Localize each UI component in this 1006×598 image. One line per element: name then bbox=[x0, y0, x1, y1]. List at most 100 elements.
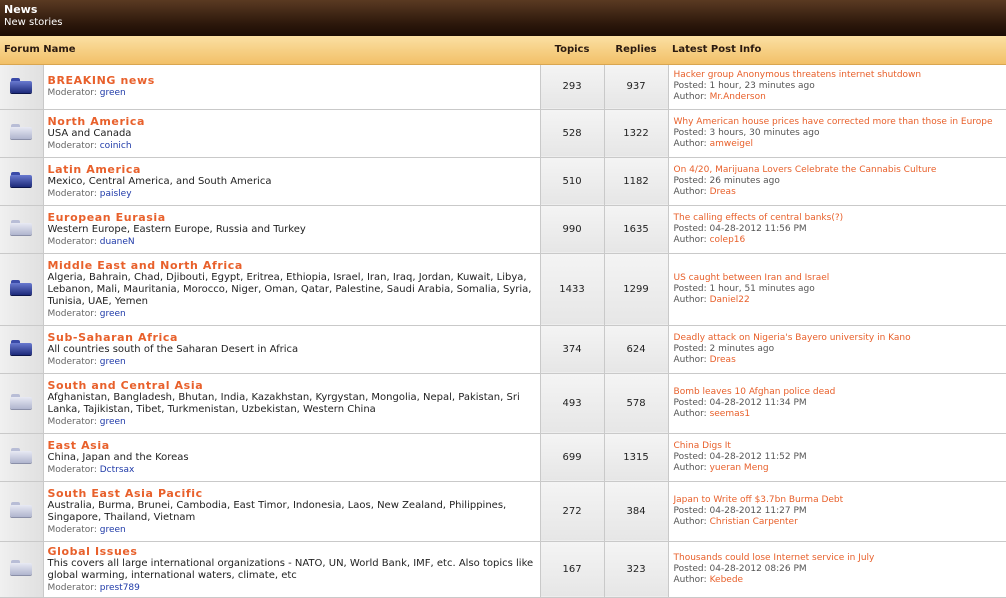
forum-name-link[interactable]: East Asia bbox=[48, 439, 536, 452]
category-title[interactable]: News bbox=[4, 3, 1006, 17]
forum-name-link[interactable]: European Eurasia bbox=[48, 211, 536, 224]
forum-name-link[interactable]: North America bbox=[48, 115, 536, 128]
forum-row: Middle East and North Africa Algeria, Ba… bbox=[0, 253, 1006, 326]
forum-replies-count: 1322 bbox=[604, 109, 669, 158]
forum-status-cell bbox=[0, 157, 44, 206]
forum-topics-count: 528 bbox=[540, 109, 605, 158]
forum-moderator: Moderator: prest789 bbox=[48, 582, 536, 594]
folder-icon bbox=[10, 172, 33, 187]
forum-status-cell bbox=[0, 481, 44, 542]
forum-status-cell bbox=[0, 64, 44, 110]
folder-icon bbox=[10, 394, 33, 409]
posted-value: 3 hours, 30 minutes ago bbox=[709, 127, 820, 138]
moderator-link[interactable]: green bbox=[100, 88, 126, 98]
forum-name-link[interactable]: Sub-Saharan Africa bbox=[48, 331, 536, 344]
latest-post-cell: Why American house prices have corrected… bbox=[668, 109, 1006, 158]
moderator-link[interactable]: prest789 bbox=[100, 583, 140, 593]
posted-label: Posted: bbox=[673, 397, 707, 408]
forum-row: South and Central Asia Afghanistan, Bang… bbox=[0, 373, 1006, 434]
latest-post-date: Posted: 04-28-2012 11:34 PM bbox=[674, 398, 1002, 409]
moderator-link[interactable]: green bbox=[100, 309, 126, 319]
forum-moderator: Moderator: green bbox=[48, 416, 536, 428]
forum-topics-count: 272 bbox=[540, 481, 605, 542]
posted-label: Posted: bbox=[673, 563, 707, 574]
author-link[interactable]: Christian Carpenter bbox=[710, 517, 798, 527]
posted-label: Posted: bbox=[673, 127, 707, 138]
moderator-link[interactable]: coinich bbox=[100, 141, 132, 151]
latest-post-title-link[interactable]: Japan to Write off $3.7bn Burma Debt bbox=[674, 495, 1002, 506]
forum-replies-count: 1315 bbox=[604, 433, 669, 482]
forum-description: Algeria, Bahrain, Chad, Djibouti, Egypt,… bbox=[47, 271, 532, 307]
forum-topics-count: 1433 bbox=[540, 253, 605, 326]
latest-post-author: Author: yueran Meng bbox=[674, 463, 1002, 474]
forum-replies-count: 1635 bbox=[604, 205, 669, 254]
forum-description: Australia, Burma, Brunei, Cambodia, East… bbox=[47, 499, 507, 523]
latest-post-title-link[interactable]: Thousands could lose Internet service in… bbox=[674, 553, 1002, 564]
author-link[interactable]: Kebede bbox=[710, 575, 744, 585]
forum-info-cell: South East Asia Pacific Australia, Burma… bbox=[43, 481, 541, 542]
latest-post-title-link[interactable]: On 4/20, Marijuana Lovers Celebrate the … bbox=[674, 165, 1002, 176]
moderator-label: Moderator: bbox=[47, 464, 97, 475]
posted-label: Posted: bbox=[673, 343, 707, 354]
posted-value: 1 hour, 51 minutes ago bbox=[709, 283, 815, 294]
author-link[interactable]: amweigel bbox=[710, 139, 753, 149]
moderator-link[interactable]: green bbox=[100, 525, 126, 535]
author-link[interactable]: Daniel22 bbox=[710, 295, 750, 305]
forum-name-link[interactable]: Global Issues bbox=[48, 545, 536, 558]
moderator-label: Moderator: bbox=[47, 236, 97, 247]
forum-name-link[interactable]: Middle East and North Africa bbox=[48, 259, 536, 272]
author-link[interactable]: colep16 bbox=[710, 235, 746, 245]
folder-icon bbox=[10, 124, 33, 139]
latest-post-title-link[interactable]: The calling effects of central banks(?) bbox=[674, 213, 1002, 224]
forum-description: Afghanistan, Bangladesh, Bhutan, India, … bbox=[47, 391, 520, 415]
forum-replies-count: 323 bbox=[604, 541, 669, 598]
column-latest-post: Latest Post Info bbox=[668, 36, 1006, 65]
moderator-label: Moderator: bbox=[47, 140, 97, 151]
forum-info-cell: East Asia China, Japan and the Koreas Mo… bbox=[43, 433, 541, 482]
author-label: Author: bbox=[673, 234, 707, 245]
author-link[interactable]: Dreas bbox=[710, 187, 736, 197]
forum-moderator: Moderator: green bbox=[48, 524, 536, 536]
posted-value: 04-28-2012 08:26 PM bbox=[709, 563, 807, 574]
latest-post-cell: Japan to Write off $3.7bn Burma Debt Pos… bbox=[668, 481, 1006, 542]
latest-post-cell: Deadly attack on Nigeria's Bayero univer… bbox=[668, 325, 1006, 374]
author-link[interactable]: Dreas bbox=[710, 355, 736, 365]
moderator-link[interactable]: duaneN bbox=[100, 237, 135, 247]
latest-post-title-link[interactable]: US caught between Iran and Israel bbox=[674, 273, 1002, 284]
author-link[interactable]: Mr.Anderson bbox=[710, 92, 766, 102]
folder-icon bbox=[10, 448, 33, 463]
forum-name-link[interactable]: South and Central Asia bbox=[48, 379, 536, 392]
latest-post-date: Posted: 1 hour, 51 minutes ago bbox=[674, 284, 1002, 295]
moderator-link[interactable]: green bbox=[100, 357, 126, 367]
author-label: Author: bbox=[673, 186, 707, 197]
latest-post-title-link[interactable]: Why American house prices have corrected… bbox=[674, 117, 1002, 128]
author-link[interactable]: yueran Meng bbox=[710, 463, 769, 473]
forum-row: Latin America Mexico, Central America, a… bbox=[0, 157, 1006, 206]
latest-post-title-link[interactable]: Hacker group Anonymous threatens interne… bbox=[674, 70, 1002, 81]
forum-replies-count: 1299 bbox=[604, 253, 669, 326]
forum-moderator: Moderator: Dctrsax bbox=[48, 464, 536, 476]
latest-post-cell: The calling effects of central banks(?) … bbox=[668, 205, 1006, 254]
forum-name-link[interactable]: South East Asia Pacific bbox=[48, 487, 536, 500]
moderator-link[interactable]: green bbox=[100, 417, 126, 427]
moderator-link[interactable]: paisley bbox=[100, 189, 132, 199]
forum-replies-count: 624 bbox=[604, 325, 669, 374]
folder-icon bbox=[10, 77, 33, 93]
forum-row: South East Asia Pacific Australia, Burma… bbox=[0, 481, 1006, 542]
latest-post-title-link[interactable]: Deadly attack on Nigeria's Bayero univer… bbox=[674, 333, 1002, 344]
latest-post-cell: Hacker group Anonymous threatens interne… bbox=[668, 64, 1006, 110]
column-replies: Replies bbox=[604, 36, 669, 65]
latest-post-author: Author: Mr.Anderson bbox=[674, 92, 1002, 103]
moderator-label: Moderator: bbox=[47, 356, 97, 367]
latest-post-author: Author: amweigel bbox=[674, 139, 1002, 150]
author-link[interactable]: seemas1 bbox=[710, 409, 750, 419]
latest-post-cell: Bomb leaves 10 Afghan police dead Posted… bbox=[668, 373, 1006, 434]
latest-post-title-link[interactable]: Bomb leaves 10 Afghan police dead bbox=[674, 387, 1002, 398]
author-label: Author: bbox=[673, 354, 707, 365]
folder-icon bbox=[10, 220, 33, 235]
latest-post-title-link[interactable]: China Digs It bbox=[674, 441, 1002, 452]
forum-description: Western Europe, Eastern Europe, Russia a… bbox=[47, 223, 306, 235]
moderator-link[interactable]: Dctrsax bbox=[100, 465, 135, 475]
forum-name-link[interactable]: Latin America bbox=[48, 163, 536, 176]
forum-name-link[interactable]: BREAKING news bbox=[48, 74, 536, 87]
